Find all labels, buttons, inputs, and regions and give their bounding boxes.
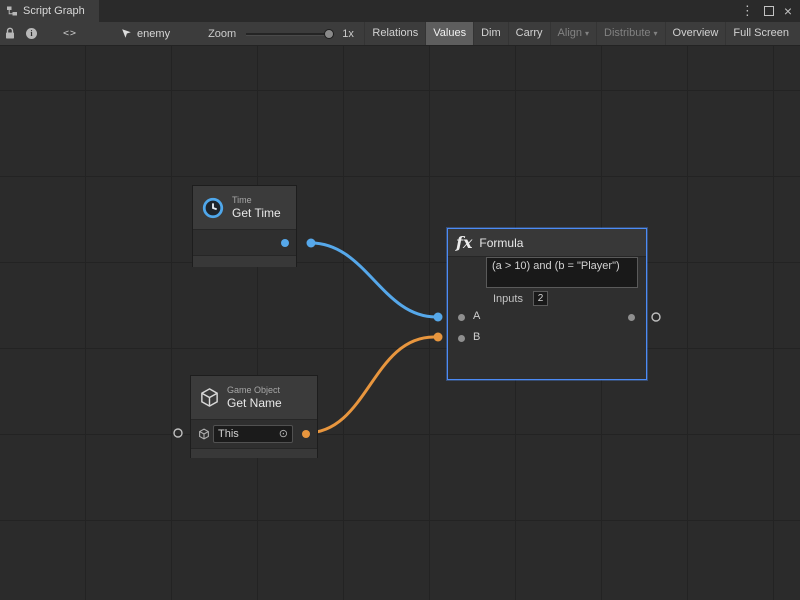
target-value: This	[218, 428, 239, 440]
get-name-target-field[interactable]: This ⊙	[213, 425, 293, 443]
node-get-time[interactable]: Time Get Time	[192, 185, 297, 267]
tab-script-graph[interactable]: Script Graph	[0, 0, 99, 22]
window-close-icon[interactable]: ×	[784, 0, 792, 22]
zoom-value: 1x	[342, 28, 354, 40]
window-maximize-icon[interactable]	[764, 6, 774, 16]
wire-endpoint-get-time-output[interactable]	[307, 239, 316, 248]
formula-body: (a > 10) and (b = "Player") Inputs 2 A B	[448, 257, 646, 379]
align-button[interactable]: Align ▾	[550, 22, 596, 45]
code-icon[interactable]: <>	[63, 28, 77, 39]
get-name-footer	[191, 448, 317, 458]
formula-fx-icon: fx	[456, 233, 472, 252]
align-label: Align	[558, 22, 582, 45]
script-graph-window: Script Graph ⋮ × i <> enemy Zoom 1x	[0, 0, 800, 600]
graph-breadcrumb[interactable]: enemy	[121, 28, 170, 40]
graph-canvas[interactable]: Time Get Time fx Formula (a > 10) and (b…	[0, 46, 800, 600]
window-titlebar: Script Graph ⋮ ×	[0, 0, 800, 22]
zoom-label: Zoom	[208, 28, 236, 40]
window-menu-icon[interactable]: ⋮	[741, 0, 754, 22]
node-category: Time	[232, 195, 281, 206]
formula-port-b-dot[interactable]	[458, 335, 465, 342]
carry-button[interactable]: Carry	[508, 22, 550, 45]
cube-icon	[199, 387, 220, 408]
node-get-name[interactable]: Game Object Get Name This ⊙	[190, 375, 318, 458]
chevron-down-icon: ▾	[585, 22, 589, 45]
wire-endpoint-formula-a[interactable]	[434, 313, 443, 322]
node-title: Get Name	[227, 396, 282, 410]
game-object-icon	[198, 428, 210, 440]
wires-layer	[0, 46, 800, 600]
get-name-output-port[interactable]	[302, 430, 310, 438]
get-name-header[interactable]: Game Object Get Name	[191, 376, 317, 420]
node-title: Formula	[479, 236, 523, 250]
formula-port-b-label: B	[473, 331, 480, 343]
formula-result-dot[interactable]	[628, 314, 635, 321]
wire-get-name-to-formula-b[interactable]	[306, 337, 434, 433]
values-button[interactable]: Values	[425, 22, 473, 45]
fullscreen-button[interactable]: Full Screen	[725, 22, 796, 45]
dim-button[interactable]: Dim	[473, 22, 508, 45]
formula-output-port[interactable]	[652, 313, 660, 321]
window-controls: ⋮ ×	[741, 0, 800, 22]
formula-port-a-dot[interactable]	[458, 314, 465, 321]
formula-inputs-label: Inputs	[493, 293, 523, 305]
formula-header[interactable]: fx Formula	[448, 229, 646, 257]
node-title: Get Time	[232, 206, 281, 220]
script-graph-icon	[6, 5, 18, 17]
get-time-footer	[193, 255, 296, 267]
get-time-header[interactable]: Time Get Time	[193, 186, 296, 230]
get-time-output-port[interactable]	[281, 239, 289, 247]
node-category: Game Object	[227, 385, 282, 396]
graph-toolbar: i <> enemy Zoom 1x Relations Values Dim …	[0, 22, 800, 46]
formula-inputs-count-input[interactable]: 2	[533, 291, 548, 306]
get-name-body: This ⊙	[191, 420, 317, 448]
formula-port-a-label: A	[473, 310, 480, 322]
graph-asset-icon	[121, 28, 132, 39]
chevron-down-icon: ▾	[654, 22, 658, 45]
zoom-slider[interactable]	[246, 29, 334, 39]
toolbar-buttons: Relations Values Dim Carry Align ▾ Distr…	[364, 22, 796, 45]
graph-name: enemy	[137, 28, 170, 40]
distribute-label: Distribute	[604, 22, 650, 45]
wire-get-time-to-formula-a[interactable]	[311, 243, 436, 317]
distribute-button[interactable]: Distribute ▾	[596, 22, 664, 45]
object-picker-icon[interactable]: ⊙	[279, 429, 288, 440]
wire-endpoint-formula-b[interactable]	[434, 333, 443, 342]
zoom-slider-handle[interactable]	[324, 29, 334, 39]
relations-button[interactable]: Relations	[364, 22, 425, 45]
get-time-body	[193, 230, 296, 255]
tab-title: Script Graph	[23, 5, 85, 17]
clock-icon	[201, 196, 225, 220]
info-icon[interactable]: i	[26, 28, 37, 39]
get-name-target-port[interactable]	[174, 429, 182, 437]
lock-icon[interactable]	[4, 27, 16, 40]
formula-expression-input[interactable]: (a > 10) and (b = "Player")	[486, 257, 638, 288]
zoom-slider-track	[246, 33, 334, 36]
node-formula[interactable]: fx Formula (a > 10) and (b = "Player") I…	[447, 228, 647, 380]
overview-button[interactable]: Overview	[665, 22, 726, 45]
